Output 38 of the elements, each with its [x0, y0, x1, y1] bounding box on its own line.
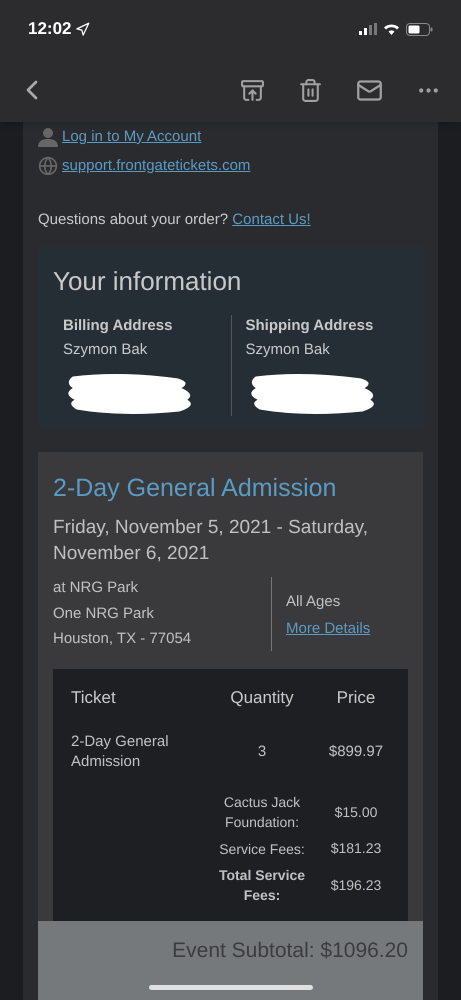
column-header: Price	[336, 686, 376, 708]
person-icon	[38, 127, 58, 148]
venue-line: Houston, TX - 77054	[53, 629, 192, 649]
trash-icon[interactable]	[298, 78, 323, 102]
questions-text: Questions about your order? Contact Us!	[38, 210, 312, 230]
fee-label: Service Fees:	[218, 840, 306, 858]
contact-link[interactable]: Contact Us!	[232, 211, 311, 228]
venue-line: One NRG Park	[53, 604, 155, 624]
location-arrow-icon	[75, 22, 90, 36]
globe-icon	[38, 156, 58, 176]
status-time: 12:02	[28, 18, 72, 40]
table-cell-text: 3	[256, 742, 268, 762]
fee-amount: $181.23	[330, 839, 382, 858]
archive-icon[interactable]	[240, 78, 265, 102]
more-details-link[interactable]: More Details	[286, 618, 370, 640]
information-title: Your information	[53, 264, 242, 298]
address-name: Szymon Bak	[246, 340, 331, 360]
fee-label: Total Service Fees:	[218, 866, 306, 905]
column-header: Ticket	[71, 686, 117, 708]
link[interactable]: support.frontgatetickets.com	[62, 154, 250, 177]
table-cell-text: 2-Day General Admission	[71, 732, 170, 772]
age-label: All Ages	[286, 592, 342, 612]
fee-amount: $15.00	[334, 802, 378, 822]
battery-icon	[406, 22, 433, 36]
address-heading: Shipping Address	[246, 316, 374, 336]
signal-icon	[359, 23, 377, 35]
fee-amount: $196.23	[330, 876, 382, 894]
subtotal-text: Event Subtotal: $1096.20	[172, 939, 408, 962]
wifi-icon	[383, 23, 400, 35]
address-name: Szymon Bak	[63, 340, 148, 360]
column-header: Quantity	[229, 686, 295, 708]
table-cell-text: $899.97	[328, 742, 384, 762]
address-heading: Billing Address	[63, 316, 174, 336]
fee-label: Cactus Jack Foundation:	[222, 793, 302, 832]
link[interactable]: Log in to My Account	[62, 126, 202, 148]
venue-line: at NRG Park	[53, 578, 140, 598]
event-dates: Friday, November 5, 2021 - Saturday, November 6, 2021	[53, 516, 370, 566]
event-title: 2-Day General Admission	[53, 472, 338, 504]
